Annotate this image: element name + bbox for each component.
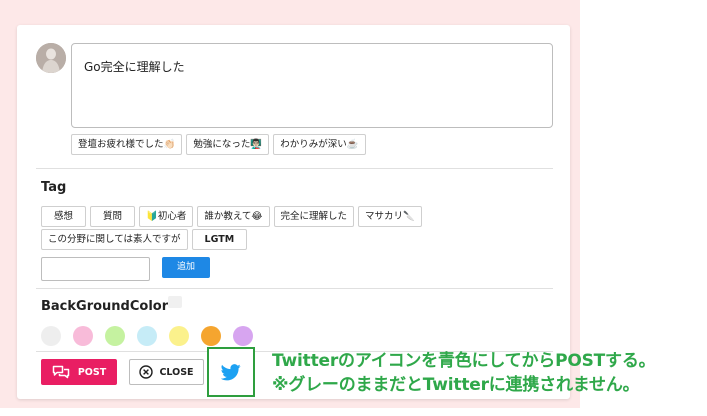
comment-card: Go完全に理解した 登壇お疲れ様でした👏🏻 勉強になった👨🏻‍🏫 わかりみが深い… [17,25,570,399]
post-label: POST [77,366,107,378]
comment-textarea[interactable]: Go完全に理解した [71,43,553,128]
divider [36,288,553,289]
tags-row: この分野に関しては素人ですが LGTM [41,229,248,250]
close-label: CLOSE [159,366,194,378]
background-preview-swatch [168,296,182,308]
post-button[interactable]: POST [41,359,117,385]
tag-chip[interactable]: この分野に関しては素人ですが [41,229,188,250]
background-color-title: BackGroundColor [41,299,169,314]
tag-section-title: Tag [41,180,67,195]
close-circle-icon [139,365,154,379]
tag-chip[interactable]: LGTM [191,229,248,250]
quick-reply-chip[interactable]: 勉強になった👨🏻‍🏫 [186,134,270,155]
twitter-icon [221,363,241,380]
quick-reply-row: 登壇お疲れ様でした👏🏻 勉強になった👨🏻‍🏫 わかりみが深い☕️ [71,134,366,155]
tag-chip[interactable]: 完全に理解した [273,206,355,227]
quick-reply-chip[interactable]: 登壇お疲れ様でした👏🏻 [71,134,183,155]
color-swatch[interactable] [105,326,125,346]
comment-text: Go完全に理解した [84,60,185,74]
comments-icon [52,365,70,379]
close-button[interactable]: CLOSE [129,359,204,385]
user-avatar-icon [36,43,66,73]
tags-row: 感想 質問 🔰初心者 誰か教えて😂 完全に理解した マサカリ🔪 [41,206,422,227]
color-swatch[interactable] [169,326,189,346]
quick-reply-chip[interactable]: わかりみが深い☕️ [273,134,366,155]
tag-chip[interactable]: 🔰初心者 [139,206,194,227]
annotation-line-2: ※グレーのままだとTwitterに連携されません。 [272,375,640,395]
annotation-line-1: Twitterのアイコンを青色にしてからPOSTする。 [272,351,656,371]
avatar [36,43,66,73]
tag-chip[interactable]: マサカリ🔪 [358,206,422,227]
color-swatches [41,326,253,346]
add-tag-button[interactable]: 追加 [162,257,210,278]
color-swatch[interactable] [41,326,61,346]
color-swatch[interactable] [73,326,93,346]
divider [36,168,553,169]
tag-chip[interactable]: 質問 [90,206,136,227]
tag-chip[interactable]: 感想 [41,206,87,227]
color-swatch[interactable] [201,326,221,346]
tag-input[interactable] [41,257,150,281]
color-swatch[interactable] [137,326,157,346]
color-swatch[interactable] [233,326,253,346]
tag-chip[interactable]: 誰か教えて😂 [197,206,270,227]
twitter-toggle-button[interactable] [207,347,255,397]
